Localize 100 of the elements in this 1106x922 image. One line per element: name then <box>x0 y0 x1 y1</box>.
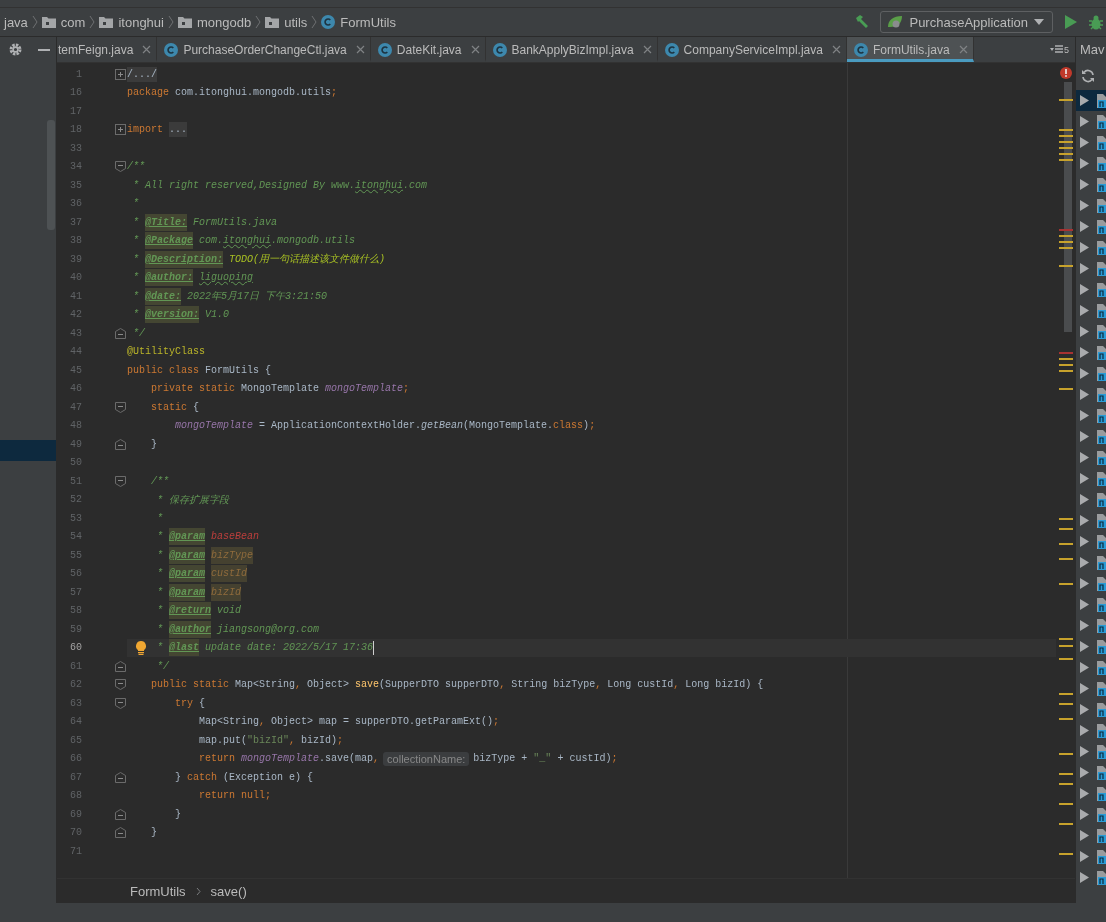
expand-arrow-icon[interactable] <box>1080 242 1089 253</box>
fold-icon[interactable] <box>115 327 126 339</box>
run-icon[interactable] <box>1065 15 1077 29</box>
expand-arrow-icon[interactable] <box>1080 305 1089 316</box>
expand-arrow-icon[interactable] <box>1080 788 1089 799</box>
expand-arrow-icon[interactable] <box>1080 347 1089 358</box>
hammer-icon[interactable] <box>854 14 871 30</box>
module-icon <box>1094 492 1106 507</box>
module-icon <box>1094 786 1106 801</box>
expand-arrow-icon[interactable] <box>1080 851 1089 862</box>
run-configuration-dropdown[interactable]: PurchaseApplication <box>880 11 1053 33</box>
expand-arrow-icon[interactable] <box>1080 704 1089 715</box>
expand-arrow-icon[interactable] <box>1080 137 1089 148</box>
module-icon <box>1094 198 1106 213</box>
expand-arrow-icon[interactable] <box>1080 263 1089 274</box>
expand-arrow-icon[interactable] <box>1080 578 1089 589</box>
expand-arrow-icon[interactable] <box>1080 683 1089 694</box>
fold-icon[interactable] <box>115 771 126 783</box>
expand-arrow-icon[interactable] <box>1080 767 1089 778</box>
code-line: package com.itonghui.mongodb.utils; <box>127 86 339 101</box>
expand-arrow-icon[interactable] <box>1080 95 1089 106</box>
breadcrumb-item[interactable]: FormUtils <box>130 883 186 899</box>
expand-arrow-icon[interactable] <box>1080 662 1089 673</box>
expand-arrow-icon[interactable] <box>1080 641 1089 652</box>
fold-icon[interactable] <box>115 124 126 136</box>
fold-icon[interactable] <box>115 697 126 709</box>
code-line: */ <box>132 326 146 341</box>
fold-icon[interactable] <box>115 827 126 839</box>
line-number: 46 <box>69 383 82 395</box>
breadcrumb-item[interactable]: java <box>0 14 32 30</box>
close-icon[interactable] <box>142 45 152 54</box>
expand-arrow-icon[interactable] <box>1080 515 1089 526</box>
expand-arrow-icon[interactable] <box>1080 536 1089 547</box>
expand-arrow-icon[interactable] <box>1080 599 1089 610</box>
expand-arrow-icon[interactable] <box>1080 746 1089 757</box>
expand-arrow-icon[interactable] <box>1080 452 1089 463</box>
module-icon <box>1094 366 1106 381</box>
line-number: 38 <box>69 235 82 247</box>
fold-icon[interactable] <box>115 438 126 450</box>
tab-overflow-button[interactable]: 5 <box>1044 37 1075 62</box>
bug-icon[interactable] <box>1089 14 1103 30</box>
expand-arrow-icon[interactable] <box>1080 284 1089 295</box>
line-number: 44 <box>69 346 82 358</box>
breadcrumb-item[interactable]: utils <box>261 14 312 30</box>
breadcrumb-item[interactable]: com <box>37 14 90 30</box>
refresh-icon[interactable] <box>1081 69 1095 83</box>
expand-arrow-icon[interactable] <box>1080 872 1089 883</box>
scrollbar-thumb[interactable] <box>47 120 55 230</box>
fold-icon[interactable] <box>115 808 126 820</box>
expand-arrow-icon[interactable] <box>1080 557 1089 568</box>
expand-arrow-icon[interactable] <box>1080 809 1089 820</box>
editor-tab[interactable]: BankApplyBizImpl.java <box>485 37 658 62</box>
breadcrumb-item[interactable]: mongodb <box>173 14 256 30</box>
expand-arrow-icon[interactable] <box>1080 473 1089 484</box>
line-number: 36 <box>69 198 82 210</box>
code-line: } <box>150 826 158 841</box>
class-icon <box>377 42 392 57</box>
line-number: 18 <box>69 124 82 136</box>
editor-tab[interactable]: PurchaseOrderChangeCtl.java <box>157 37 371 62</box>
panel-title[interactable]: Mav <box>1080 42 1105 57</box>
fold-icon[interactable] <box>115 68 126 80</box>
fold-icon[interactable] <box>115 475 126 487</box>
expand-arrow-icon[interactable] <box>1080 221 1089 232</box>
settings-icon[interactable] <box>9 43 22 56</box>
breadcrumb-item[interactable]: save() <box>210 883 247 899</box>
editor-tab[interactable]: FormUtils.java <box>846 37 974 62</box>
line-number: 53 <box>69 512 82 524</box>
module-icon <box>1094 93 1106 108</box>
close-icon[interactable] <box>831 45 841 54</box>
module-icon <box>1094 660 1106 675</box>
expand-arrow-icon[interactable] <box>1080 116 1089 127</box>
fold-icon[interactable] <box>115 660 126 672</box>
expand-arrow-icon[interactable] <box>1080 620 1089 631</box>
code-line: * <box>132 197 140 212</box>
close-icon[interactable] <box>470 45 480 54</box>
expand-arrow-icon[interactable] <box>1080 179 1089 190</box>
fold-icon[interactable] <box>115 161 126 173</box>
expand-arrow-icon[interactable] <box>1080 494 1089 505</box>
code-line: * @param custId <box>127 564 1056 583</box>
expand-arrow-icon[interactable] <box>1080 431 1089 442</box>
maven-tree-row[interactable] <box>1076 90 1106 111</box>
breadcrumb-item[interactable]: FormUtils <box>317 14 400 30</box>
expand-arrow-icon[interactable] <box>1080 830 1089 841</box>
expand-arrow-icon[interactable] <box>1080 725 1089 736</box>
expand-arrow-icon[interactable] <box>1080 200 1089 211</box>
expand-arrow-icon[interactable] <box>1080 368 1089 379</box>
close-icon[interactable] <box>642 45 652 54</box>
lightbulb-icon[interactable] <box>135 640 147 655</box>
expand-arrow-icon[interactable] <box>1080 158 1089 169</box>
editor-tab[interactable]: temFeign.java <box>57 37 158 62</box>
minimize-icon[interactable] <box>38 48 50 51</box>
editor-tab[interactable]: DateKit.java <box>370 37 486 62</box>
fold-icon[interactable] <box>115 401 126 413</box>
breadcrumb-item[interactable]: itonghui <box>95 14 168 30</box>
editor-tab[interactable]: CompanyServiceImpl.java <box>657 37 847 62</box>
expand-arrow-icon[interactable] <box>1080 326 1089 337</box>
expand-arrow-icon[interactable] <box>1080 410 1089 421</box>
fold-icon[interactable] <box>115 679 126 691</box>
close-icon[interactable] <box>355 45 365 54</box>
expand-arrow-icon[interactable] <box>1080 389 1089 400</box>
